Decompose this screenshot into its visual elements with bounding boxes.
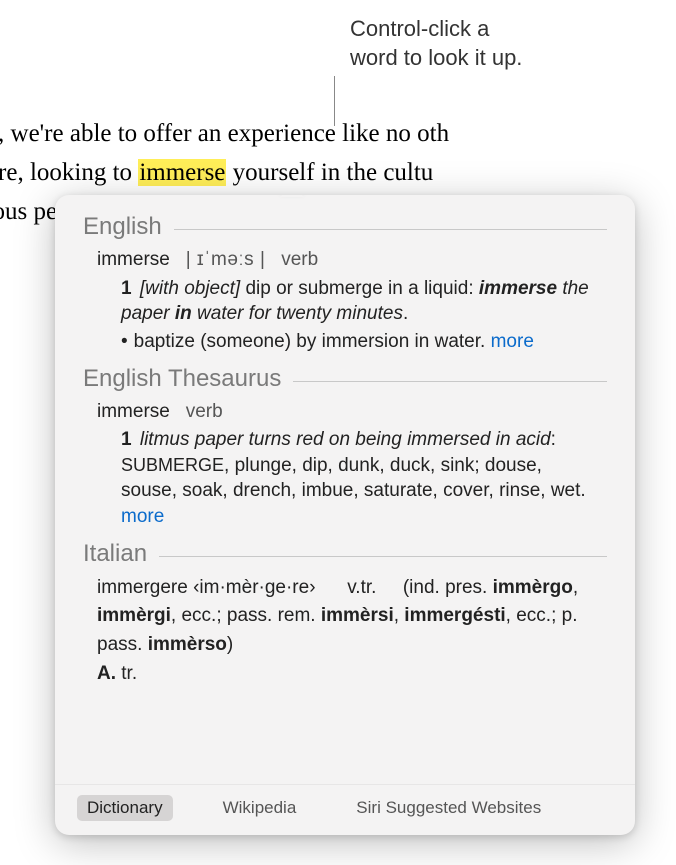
example-bold-2: in [175,303,192,324]
entry-pos: verb [281,249,318,270]
thesaurus-example: litmus paper turns red on being immersed… [140,429,551,450]
entry-pos: verb [186,401,223,422]
conjugation-open: (ind. pres. [403,577,493,598]
entry-word: immergere [97,577,188,598]
more-link[interactable]: more [121,506,164,527]
sense-number: 1 [121,429,132,450]
section-title: English Thesaurus [83,365,281,393]
synonym-lead: SUBMERGE [121,455,224,475]
conj-form-4: immergésti [404,605,505,626]
entry-word: immerse [97,249,170,270]
section-rule [159,556,607,557]
bullet-icon: • [121,331,128,352]
sense-number: 1 [121,278,132,299]
subdefinition-row: •baptize (someone) by immersion in water… [135,329,599,355]
thesaurus-entry-head: immerse verb [97,399,607,425]
popup-content[interactable]: English immerse | ɪˈməːs | verb 1 [with … [55,195,635,784]
lookup-popup: English immerse | ɪˈməːs | verb 1 [with … [55,195,635,835]
text-line-2: dventure, looking to immerse yourself in… [0,154,676,193]
section-header-italian: Italian [83,540,607,568]
conj-form-2: immèrgi [97,605,171,626]
tab-siri-suggested[interactable]: Siri Suggested Websites [346,795,551,821]
english-entry-body: 1 [with object] dip or submerge in a liq… [121,276,599,355]
entry-pronunciation: | ɪˈməːs | [186,249,266,270]
english-entry-head: immerse | ɪˈməːs | verb [97,247,607,273]
grammar-label: [with object] [140,278,240,299]
thesaurus-entry-body: 1 litmus paper turns red on being immers… [121,427,599,530]
italian-entry-head: immergere ‹im·mèr·ge·re› v.tr. (ind. pre… [97,574,607,660]
section-header-thesaurus: English Thesaurus [83,365,607,393]
example-bold-1: immerse [479,278,557,299]
section-header-english: English [83,213,607,241]
section-rule [293,381,607,382]
popup-arrow [280,195,304,197]
syllabification: ‹im·mèr·ge·re› [193,577,315,598]
callout-tooltip: Control-click a word to look it up. [350,15,522,72]
section-title: English [83,213,162,241]
callout-line-2: word to look it up. [350,44,522,73]
conj-form-1: immèrgo [493,577,573,598]
text-line-1: ckages, we're able to offer an experienc… [0,115,676,154]
entry-word: immerse [97,401,170,422]
popup-tabs: Dictionary Wikipedia Siri Suggested Webs… [55,784,635,835]
highlighted-word[interactable]: immerse [138,159,226,186]
italian-pos: v.tr. [347,577,376,598]
conj-form-5: immèrso [148,634,227,655]
definition-text: dip or submerge in a liquid: [245,278,473,299]
tab-dictionary[interactable]: Dictionary [77,795,173,821]
tab-wikipedia[interactable]: Wikipedia [213,795,307,821]
example-period: . [403,303,408,324]
example-plain-2: water for twenty minutes [192,303,403,324]
italian-sense-label: A. tr. [97,661,137,687]
section-title: Italian [83,540,147,568]
more-link[interactable]: more [491,331,534,352]
subdefinition-text: baptize (someone) by immersion in water. [134,331,486,352]
italian-entry: immergere ‹im·mèr·ge·re› v.tr. (ind. pre… [83,574,607,687]
thesaurus-entry: immerse verb 1 litmus paper turns red on… [83,399,607,530]
callout-line-1: Control-click a [350,15,522,44]
conj-form-3: immèrsi [321,605,394,626]
english-entry: immerse | ɪˈməːs | verb 1 [with object] … [83,247,607,355]
section-rule [174,229,607,230]
